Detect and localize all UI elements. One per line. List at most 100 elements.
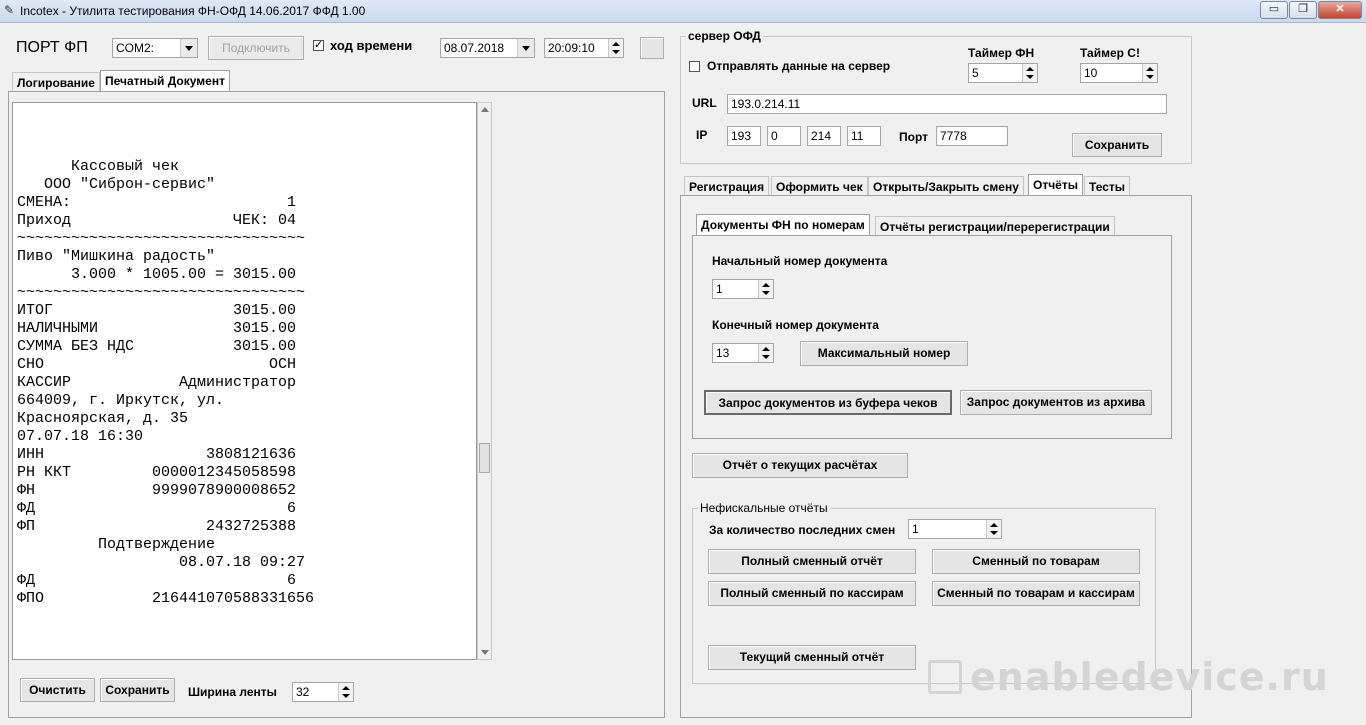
receipt-line: СМЕНА: 1	[17, 194, 297, 211]
connect-button[interactable]: Подключить	[208, 36, 304, 60]
minimize-button[interactable]: ▭	[1260, 1, 1288, 19]
ip-octet-1[interactable]: 193	[727, 126, 761, 146]
tape-width-spinner[interactable]: 32	[292, 682, 354, 702]
last-shifts-spinner[interactable]: 1	[908, 519, 1002, 539]
server-port-label: Порт	[899, 130, 929, 144]
save-log-button[interactable]: Сохранить	[100, 678, 175, 702]
timer-fn-label: Таймер ФН	[968, 46, 1035, 60]
receipt-line: 664009, г. Иркутск, ул.	[17, 392, 225, 409]
blank-button[interactable]	[640, 37, 664, 59]
tab-reports[interactable]: Отчёты	[1028, 174, 1083, 196]
receipt-line: РН ККТ 0000012345058598	[17, 464, 297, 481]
send-data-checkbox[interactable]	[689, 61, 700, 72]
port-value: COM2:	[116, 41, 155, 55]
scroll-down-icon[interactable]	[481, 650, 489, 655]
url-input[interactable]: 193.0.214.11	[727, 94, 1167, 114]
url-label: URL	[692, 96, 717, 110]
ip-octet-2[interactable]: 0	[767, 126, 801, 146]
ip-octet-4[interactable]: 11	[847, 126, 881, 146]
spinner-arrows-icon[interactable]	[758, 344, 773, 362]
spinner-arrows-icon[interactable]	[608, 39, 623, 57]
shift-goods-report-button[interactable]: Сменный по товарам	[932, 549, 1140, 574]
close-button[interactable]: ✕	[1318, 1, 1362, 19]
time-check-label: ход времени	[330, 38, 413, 53]
port-select[interactable]: COM2:	[112, 38, 198, 58]
receipt-line: Подтверждение	[17, 536, 216, 553]
end-doc-label: Конечный номер документа	[712, 318, 879, 332]
ip-label: IP	[696, 128, 708, 142]
scroll-up-icon[interactable]	[481, 107, 489, 112]
ofd-group-label: сервер ОФД	[686, 29, 763, 43]
port-label: ПОРТ ФП	[16, 39, 88, 56]
end-doc-value: 13	[716, 346, 730, 360]
last-shifts-value: 1	[912, 522, 919, 536]
time-spinner[interactable]: 20:09:10	[544, 38, 624, 58]
title-bar: ✎ Incotex - Утилита тестирования ФН-ОФД …	[0, 0, 1366, 23]
tab-logging[interactable]: Логирование	[12, 72, 100, 92]
tab-registration[interactable]: Регистрация	[684, 176, 770, 196]
receipt-line: ФП 2432725388	[17, 518, 297, 535]
ip-octet-3[interactable]: 214	[807, 126, 841, 146]
receipt-line: СНО ОСН	[17, 356, 297, 373]
timer-c-spinner[interactable]: 10	[1080, 63, 1158, 83]
spinner-arrows-icon[interactable]	[1142, 64, 1157, 82]
tab-print-document[interactable]: Печатный Документ	[100, 70, 230, 92]
timer-fn-spinner[interactable]: 5	[968, 63, 1038, 83]
spinner-arrows-icon[interactable]	[986, 520, 1001, 538]
full-shift-report-button[interactable]: Полный сменный отчёт	[708, 549, 916, 574]
receipt-line: Красноярская, д. 35	[17, 410, 189, 427]
chevron-down-icon[interactable]	[180, 39, 197, 57]
tab-make-receipt[interactable]: Оформить чек	[771, 176, 868, 196]
receipt-line: ИТОГ 3015.00	[17, 302, 297, 319]
request-archive-button[interactable]: Запрос документов из архива	[960, 390, 1152, 415]
receipt-line: ФД 6	[17, 572, 297, 589]
receipt-scrollbar[interactable]	[477, 102, 492, 660]
receipt-line: 07.07.18 16:30	[17, 428, 144, 445]
receipt-line: ~~~~~~~~~~~~~~~~~~~~~~~~~~~~~~~~	[17, 230, 306, 247]
save-ofd-button[interactable]: Сохранить	[1072, 133, 1162, 157]
start-doc-value: 1	[716, 282, 723, 296]
tape-width-label: Ширина ленты	[188, 685, 277, 699]
receipt-view[interactable]: Кассовый чек ООО "Сиброн-сервис" СМЕНА: 1…	[12, 102, 477, 660]
subtab-registration-reports[interactable]: Отчёты регистрации/перерегистрации	[875, 216, 1115, 236]
send-data-label: Отправлять данные на сервер	[707, 59, 891, 73]
scroll-thumb[interactable]	[479, 443, 490, 473]
spinner-arrows-icon[interactable]	[1022, 64, 1037, 82]
receipt-line: ФД 6	[17, 500, 297, 517]
receipt-line: КАССИР Администратор	[17, 374, 297, 391]
watermark-logo-icon	[928, 660, 962, 694]
end-doc-spinner[interactable]: 13	[712, 343, 774, 363]
date-picker[interactable]: 08.07.2018	[440, 38, 535, 58]
receipt-line: СУММА БЕЗ НДС 3015.00	[17, 338, 297, 355]
current-shift-report-button[interactable]: Текущий сменный отчёт	[708, 645, 916, 670]
receipt-line: ИНН 3808121636	[17, 446, 297, 463]
start-doc-label: Начальный номер документа	[712, 254, 888, 268]
tab-tests[interactable]: Тесты	[1084, 176, 1131, 196]
maximize-button[interactable]: ❐	[1289, 1, 1317, 19]
receipt-line: Пиво "Мишкина радость"	[17, 248, 216, 265]
timer-c-value: 10	[1084, 66, 1098, 80]
current-calc-report-button[interactable]: Отчёт о текущих расчётах	[692, 453, 908, 478]
date-value: 08.07.2018	[444, 41, 505, 55]
max-number-button[interactable]: Максимальный номер	[800, 341, 968, 366]
request-buffer-button[interactable]: Запрос документов из буфера чеков	[704, 390, 952, 415]
server-port-input[interactable]: 7778	[936, 126, 1008, 146]
spinner-arrows-icon[interactable]	[758, 280, 773, 298]
receipt-line: Приход ЧЕК: 04	[17, 212, 297, 229]
start-doc-spinner[interactable]: 1	[712, 279, 774, 299]
receipt-line: ООО "Сиброн-сервис"	[17, 176, 216, 193]
full-cashiers-report-button[interactable]: Полный сменный по кассирам	[708, 581, 916, 606]
goods-cashiers-report-button[interactable]: Сменный по товарам и кассирам	[932, 581, 1140, 606]
time-checkbox[interactable]: ✓	[313, 40, 324, 51]
spinner-arrows-icon[interactable]	[338, 683, 353, 701]
receipt-line: ~~~~~~~~~~~~~~~~~~~~~~~~~~~~~~~~	[17, 284, 306, 301]
chevron-down-icon[interactable]	[517, 39, 534, 57]
app-icon: ✎	[4, 3, 15, 17]
receipt-line: 3.000 * 1005.00 = 3015.00	[17, 266, 297, 283]
last-shifts-label: За количество последних смен	[709, 523, 896, 537]
tab-open-close-shift[interactable]: Открыть/Закрыть смену	[868, 176, 1024, 196]
receipt-line: НАЛИЧНЫМИ 3015.00	[17, 320, 297, 337]
clear-button[interactable]: Очистить	[20, 678, 95, 702]
subtab-documents-by-number[interactable]: Документы ФН по номерам	[696, 214, 870, 236]
time-value: 20:09:10	[548, 41, 595, 55]
